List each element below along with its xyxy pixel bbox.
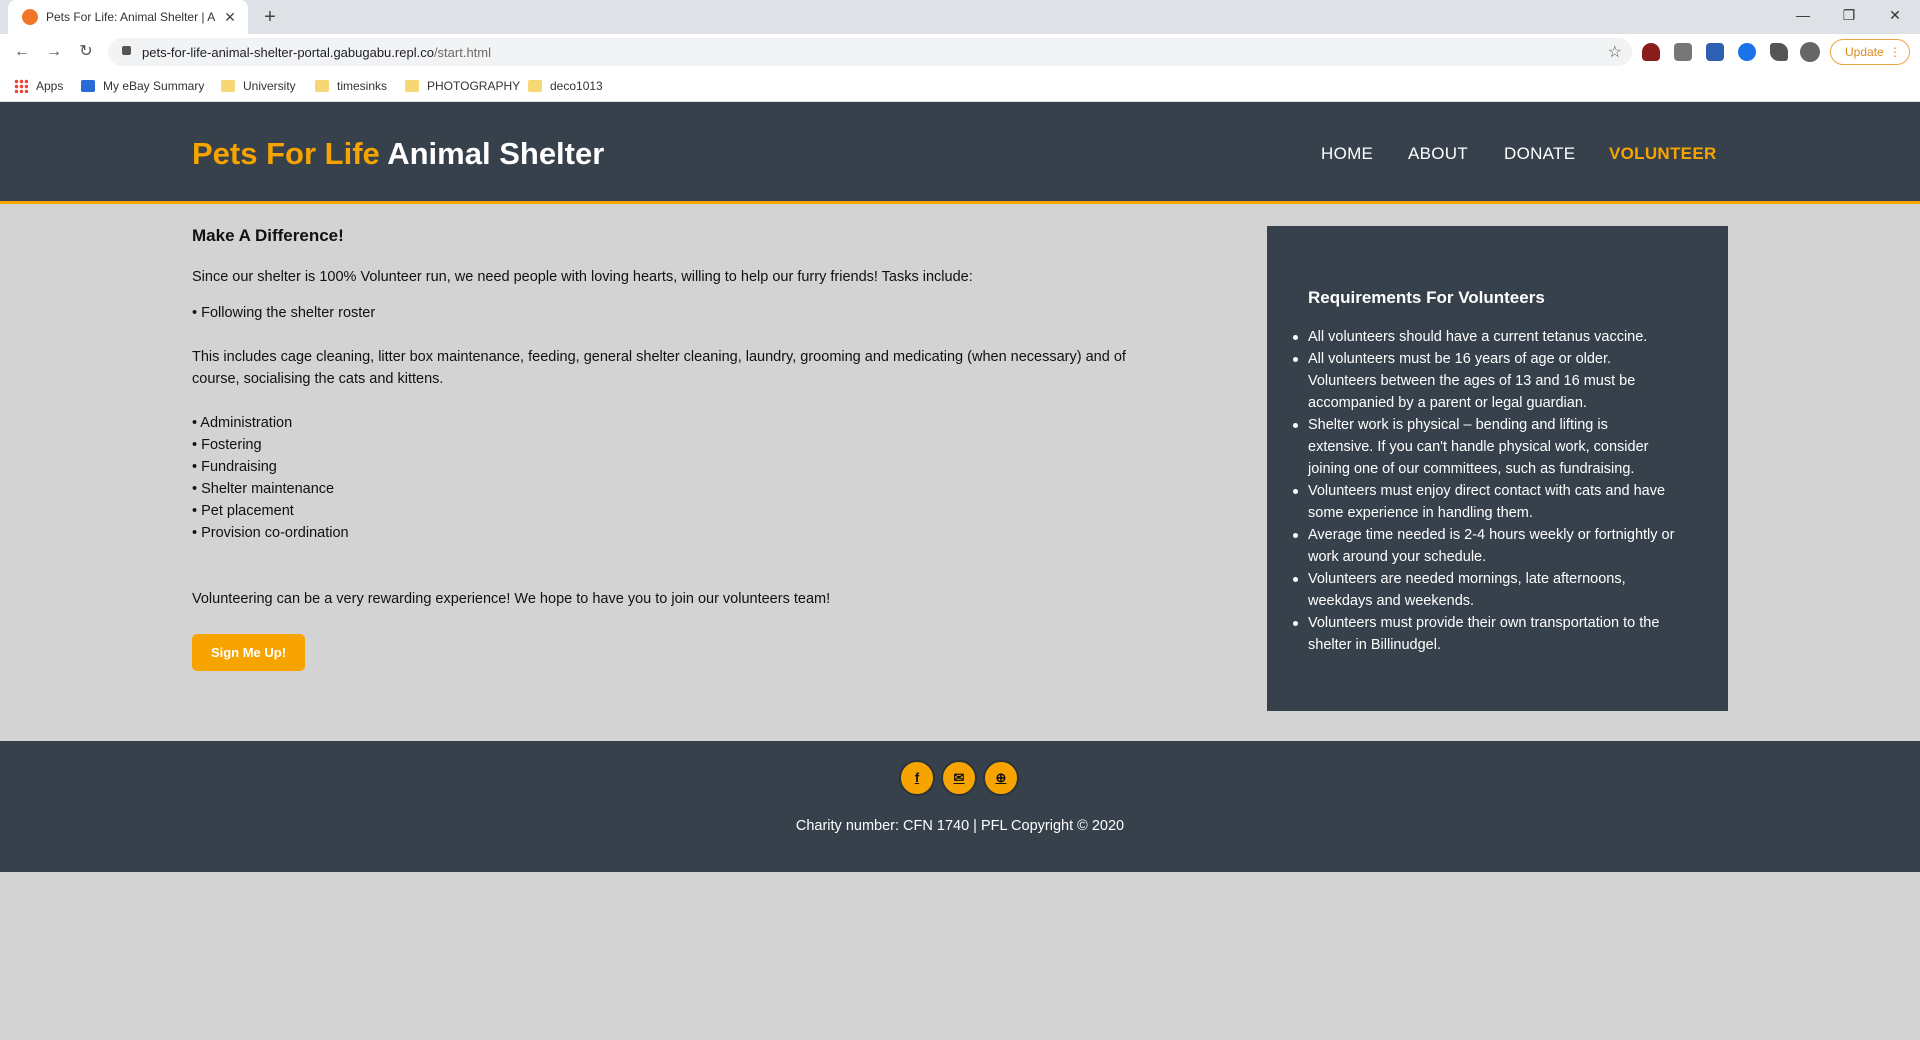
- url-host: pets-for-life-animal-shelter-portal.gabu…: [142, 45, 434, 60]
- browser-toolbar: ← → ↻ pets-for-life-animal-shelter-porta…: [0, 34, 1920, 70]
- ublock-extension-icon[interactable]: [1642, 43, 1660, 61]
- browser-tab-bar: Pets For Life: Animal Shelter | Ab ✕ + —…: [0, 0, 1920, 34]
- requirement-item: Average time needed is 2-4 hours weekly …: [1293, 524, 1698, 568]
- address-bar[interactable]: pets-for-life-animal-shelter-portal.gabu…: [108, 38, 1632, 66]
- restore-button[interactable]: ❐: [1826, 0, 1872, 30]
- copyright-text: Charity number: CFN 1740 | PFL Copyright…: [795, 818, 1125, 834]
- update-button[interactable]: Update ⋮: [1830, 39, 1910, 65]
- dictionary-extension-icon[interactable]: [1706, 43, 1724, 61]
- requirement-item: Volunteers must provide their own transp…: [1293, 612, 1698, 656]
- requirement-line: Volunteers must provide their own transp…: [1308, 615, 1660, 631]
- back-button[interactable]: ←: [10, 40, 34, 64]
- requirement-line: extensive. If you can't handle physical …: [1308, 439, 1649, 455]
- forward-button[interactable]: →: [42, 40, 66, 64]
- nav-donate[interactable]: DONATE: [1504, 144, 1575, 164]
- task-item: • Fundraising: [192, 459, 277, 475]
- requirement-item: All volunteers should have a current tet…: [1293, 326, 1698, 348]
- task-item: • Administration: [192, 415, 293, 431]
- folder-icon: [528, 80, 542, 92]
- url-path: /start.html: [433, 45, 492, 60]
- profile-avatar-icon[interactable]: [1800, 42, 1820, 62]
- bookmark-star-icon[interactable]: ☆: [1608, 42, 1622, 62]
- requirement-line: some experience in handling them.: [1308, 505, 1533, 521]
- folder-icon: [221, 80, 235, 92]
- sign-me-up-button[interactable]: Sign Me Up!: [192, 634, 305, 671]
- bookmark-deco1013[interactable]: deco1013: [528, 77, 603, 95]
- roster-detail-line-1: This includes cage cleaning, litter box …: [192, 349, 1126, 365]
- nav-volunteer[interactable]: VOLUNTEER: [1609, 144, 1717, 164]
- requirement-line: shelter in Billinudgel.: [1308, 637, 1441, 653]
- bookmark-photography[interactable]: PHOTOGRAPHY: [405, 77, 520, 95]
- c-extension-icon[interactable]: [1738, 43, 1756, 61]
- puzzle-extension-icon[interactable]: [1770, 43, 1788, 61]
- site-logo[interactable]: Pets For Life Animal Shelter: [192, 136, 604, 172]
- bookmark-label: deco1013: [550, 79, 603, 93]
- intro-text: Since our shelter is 100% Volunteer run,…: [192, 269, 973, 285]
- tab-title: Pets For Life: Animal Shelter | Ab: [46, 10, 216, 24]
- bookmark-ebay[interactable]: My eBay Summary: [81, 77, 204, 95]
- minimize-button[interactable]: —: [1780, 0, 1826, 30]
- page-heading: Make A Difference!: [192, 226, 344, 245]
- update-label: Update: [1845, 45, 1884, 59]
- requirement-line: All volunteers should have a current tet…: [1308, 329, 1648, 345]
- site-footer: f ✉ ⊕ Charity number: CFN 1740 | PFL Cop…: [0, 741, 1920, 872]
- browser-tab[interactable]: Pets For Life: Animal Shelter | Ab ✕: [8, 0, 248, 34]
- url-text: pets-for-life-animal-shelter-portal.gabu…: [142, 45, 491, 60]
- requirements-title: Requirements For Volunteers: [1308, 288, 1545, 307]
- email-icon[interactable]: ✉: [941, 760, 977, 796]
- requirement-line: Volunteers are needed mornings, late aft…: [1308, 571, 1626, 587]
- requirements-list: All volunteers should have a current tet…: [1293, 326, 1698, 656]
- ebay-bag-icon: [81, 80, 95, 92]
- requirement-item: Shelter work is physical – bending and l…: [1293, 414, 1698, 480]
- bookmark-label: My eBay Summary: [103, 79, 205, 93]
- nav-home[interactable]: HOME: [1321, 144, 1373, 164]
- chat-extension-icon[interactable]: [1674, 43, 1692, 61]
- new-tab-button[interactable]: +: [256, 5, 284, 29]
- bookmark-label: University: [243, 79, 296, 93]
- bookmark-university[interactable]: University: [221, 77, 296, 95]
- requirements-panel: Requirements For Volunteers All voluntee…: [1267, 226, 1728, 711]
- requirement-item: All volunteers must be 16 years of age o…: [1293, 348, 1698, 414]
- lock-icon: [122, 46, 131, 55]
- requirement-line: Average time needed is 2-4 hours weekly …: [1308, 527, 1675, 543]
- menu-dots-icon[interactable]: ⋮: [1889, 40, 1901, 64]
- site-favicon-icon: [22, 9, 38, 25]
- site-header: Pets For Life Animal Shelter HOME ABOUT …: [0, 102, 1920, 204]
- requirement-line: accompanied by a parent or legal guardia…: [1308, 395, 1587, 411]
- requirement-line: weekdays and weekends.: [1308, 593, 1475, 609]
- bookmark-apps[interactable]: Apps: [14, 77, 63, 95]
- requirement-line: work around your schedule.: [1308, 549, 1487, 565]
- requirement-line: joining one of our committees, such as f…: [1308, 461, 1635, 477]
- folder-icon: [405, 80, 419, 92]
- facebook-icon[interactable]: f: [899, 760, 935, 796]
- requirement-item: Volunteers are needed mornings, late aft…: [1293, 568, 1698, 612]
- bookmark-timesinks[interactable]: timesinks: [315, 77, 387, 95]
- globe-icon[interactable]: ⊕: [983, 760, 1019, 796]
- apps-grid-icon: [14, 79, 28, 93]
- bookmark-label: Apps: [36, 79, 64, 93]
- brand-accent: Pets For Life: [192, 136, 380, 171]
- closing-text: Volunteering can be a very rewarding exp…: [192, 591, 831, 607]
- bookmarks-bar: Apps My eBay Summary University timesink…: [0, 70, 1920, 102]
- task-item: • Fostering: [192, 437, 262, 453]
- task-item: • Pet placement: [192, 503, 294, 519]
- requirement-line: Shelter work is physical – bending and l…: [1308, 417, 1608, 433]
- roster-detail-line-2: course, socialising the cats and kittens…: [192, 371, 444, 387]
- bookmark-label: PHOTOGRAPHY: [427, 79, 521, 93]
- requirement-line: All volunteers must be 16 years of age o…: [1308, 351, 1612, 367]
- requirement-line: Volunteers between the ages of 13 and 16…: [1308, 373, 1636, 389]
- tab-close-icon[interactable]: ✕: [222, 9, 238, 26]
- window-close-button[interactable]: ✕: [1872, 0, 1918, 30]
- requirement-item: Volunteers must enjoy direct contact wit…: [1293, 480, 1698, 524]
- brand-name: Animal Shelter: [387, 136, 605, 171]
- task-item: • Shelter maintenance: [192, 481, 335, 497]
- bookmark-label: timesinks: [337, 79, 388, 93]
- task-roster: • Following the shelter roster: [192, 305, 376, 321]
- reload-button[interactable]: ↻: [74, 40, 98, 64]
- task-item: • Provision co-ordination: [192, 525, 349, 541]
- nav-about[interactable]: ABOUT: [1408, 144, 1468, 164]
- folder-icon: [315, 80, 329, 92]
- requirement-line: Volunteers must enjoy direct contact wit…: [1308, 483, 1666, 499]
